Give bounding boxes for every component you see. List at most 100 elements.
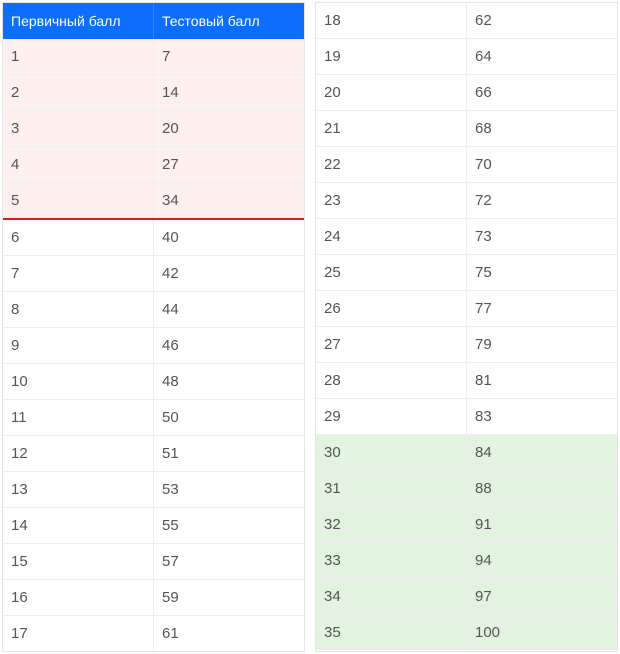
- test-score-cell: 44: [154, 292, 304, 327]
- test-score-cell: 70: [467, 147, 617, 182]
- primary-score-cell: 28: [316, 363, 467, 398]
- test-score-cell: 42: [154, 256, 304, 291]
- test-score-cell: 91: [467, 507, 617, 542]
- table-header: Первичный балл Тестовый балл: [3, 3, 304, 39]
- table-row: 1659: [3, 580, 304, 616]
- test-score-cell: 40: [154, 220, 304, 255]
- table-row: 946: [3, 328, 304, 364]
- test-score-cell: 79: [467, 327, 617, 362]
- table-row: 2372: [316, 183, 617, 219]
- table-row: 214: [3, 75, 304, 111]
- test-score-cell: 50: [154, 400, 304, 435]
- test-score-cell: 46: [154, 328, 304, 363]
- header-test-score: Тестовый балл: [154, 3, 304, 39]
- test-score-cell: 51: [154, 436, 304, 471]
- primary-score-cell: 34: [316, 579, 467, 614]
- table-row: 2677: [316, 291, 617, 327]
- primary-score-cell: 22: [316, 147, 467, 182]
- table-row: 2168: [316, 111, 617, 147]
- primary-score-cell: 25: [316, 255, 467, 290]
- primary-score-cell: 7: [3, 256, 154, 291]
- table-row: 1048: [3, 364, 304, 400]
- primary-score-cell: 21: [316, 111, 467, 146]
- table-row: 1251: [3, 436, 304, 472]
- table-row: 427: [3, 147, 304, 183]
- test-score-cell: 73: [467, 219, 617, 254]
- test-score-cell: 84: [467, 435, 617, 470]
- primary-score-cell: 27: [316, 327, 467, 362]
- primary-score-cell: 20: [316, 75, 467, 110]
- table-row: 1557: [3, 544, 304, 580]
- table-row: 2066: [316, 75, 617, 111]
- primary-score-cell: 8: [3, 292, 154, 327]
- primary-score-cell: 18: [316, 3, 467, 38]
- table-row: 640: [3, 220, 304, 256]
- table-row: 320: [3, 111, 304, 147]
- primary-score-cell: 32: [316, 507, 467, 542]
- primary-score-cell: 13: [3, 472, 154, 507]
- primary-score-cell: 10: [3, 364, 154, 399]
- score-table-left: Первичный балл Тестовый балл 17214320427…: [2, 2, 305, 652]
- table-row: 2983: [316, 399, 617, 435]
- table-row: 2473: [316, 219, 617, 255]
- test-score-cell: 57: [154, 544, 304, 579]
- table-row: 2779: [316, 327, 617, 363]
- primary-score-cell: 23: [316, 183, 467, 218]
- primary-score-cell: 26: [316, 291, 467, 326]
- table-body-left: 1721432042753464074284494610481150125113…: [3, 39, 304, 651]
- test-score-cell: 75: [467, 255, 617, 290]
- test-score-cell: 55: [154, 508, 304, 543]
- primary-score-cell: 31: [316, 471, 467, 506]
- primary-score-cell: 19: [316, 39, 467, 74]
- test-score-cell: 27: [154, 147, 304, 182]
- primary-score-cell: 1: [3, 39, 154, 74]
- table-body-right: 1862196420662168227023722473257526772779…: [316, 3, 617, 650]
- test-score-cell: 48: [154, 364, 304, 399]
- primary-score-cell: 16: [3, 580, 154, 615]
- test-score-cell: 68: [467, 111, 617, 146]
- table-row: 3084: [316, 435, 617, 471]
- test-score-cell: 88: [467, 471, 617, 506]
- table-row: 1964: [316, 39, 617, 75]
- table-row: 2881: [316, 363, 617, 399]
- table-row: 1455: [3, 508, 304, 544]
- test-score-cell: 59: [154, 580, 304, 615]
- table-row: 742: [3, 256, 304, 292]
- table-row: 2270: [316, 147, 617, 183]
- primary-score-cell: 3: [3, 111, 154, 146]
- test-score-cell: 97: [467, 579, 617, 614]
- primary-score-cell: 2: [3, 75, 154, 110]
- test-score-cell: 7: [154, 39, 304, 74]
- table-row: 534: [3, 183, 304, 220]
- primary-score-cell: 30: [316, 435, 467, 470]
- table-row: 844: [3, 292, 304, 328]
- table-row: 3394: [316, 543, 617, 579]
- primary-score-cell: 5: [3, 183, 154, 218]
- test-score-cell: 20: [154, 111, 304, 146]
- test-score-cell: 94: [467, 543, 617, 578]
- header-primary-score: Первичный балл: [3, 3, 154, 39]
- table-row: 17: [3, 39, 304, 75]
- test-score-cell: 62: [467, 3, 617, 38]
- table-row: 3188: [316, 471, 617, 507]
- primary-score-cell: 6: [3, 220, 154, 255]
- primary-score-cell: 11: [3, 400, 154, 435]
- primary-score-cell: 15: [3, 544, 154, 579]
- table-row: 2575: [316, 255, 617, 291]
- primary-score-cell: 9: [3, 328, 154, 363]
- table-row: 1761: [3, 616, 304, 651]
- table-row: 3291: [316, 507, 617, 543]
- test-score-cell: 64: [467, 39, 617, 74]
- test-score-cell: 61: [154, 616, 304, 651]
- primary-score-cell: 14: [3, 508, 154, 543]
- test-score-cell: 66: [467, 75, 617, 110]
- test-score-cell: 77: [467, 291, 617, 326]
- primary-score-cell: 24: [316, 219, 467, 254]
- test-score-cell: 72: [467, 183, 617, 218]
- test-score-cell: 81: [467, 363, 617, 398]
- test-score-cell: 14: [154, 75, 304, 110]
- primary-score-cell: 17: [3, 616, 154, 651]
- test-score-cell: 83: [467, 399, 617, 434]
- table-row: 1862: [316, 3, 617, 39]
- table-row: 1150: [3, 400, 304, 436]
